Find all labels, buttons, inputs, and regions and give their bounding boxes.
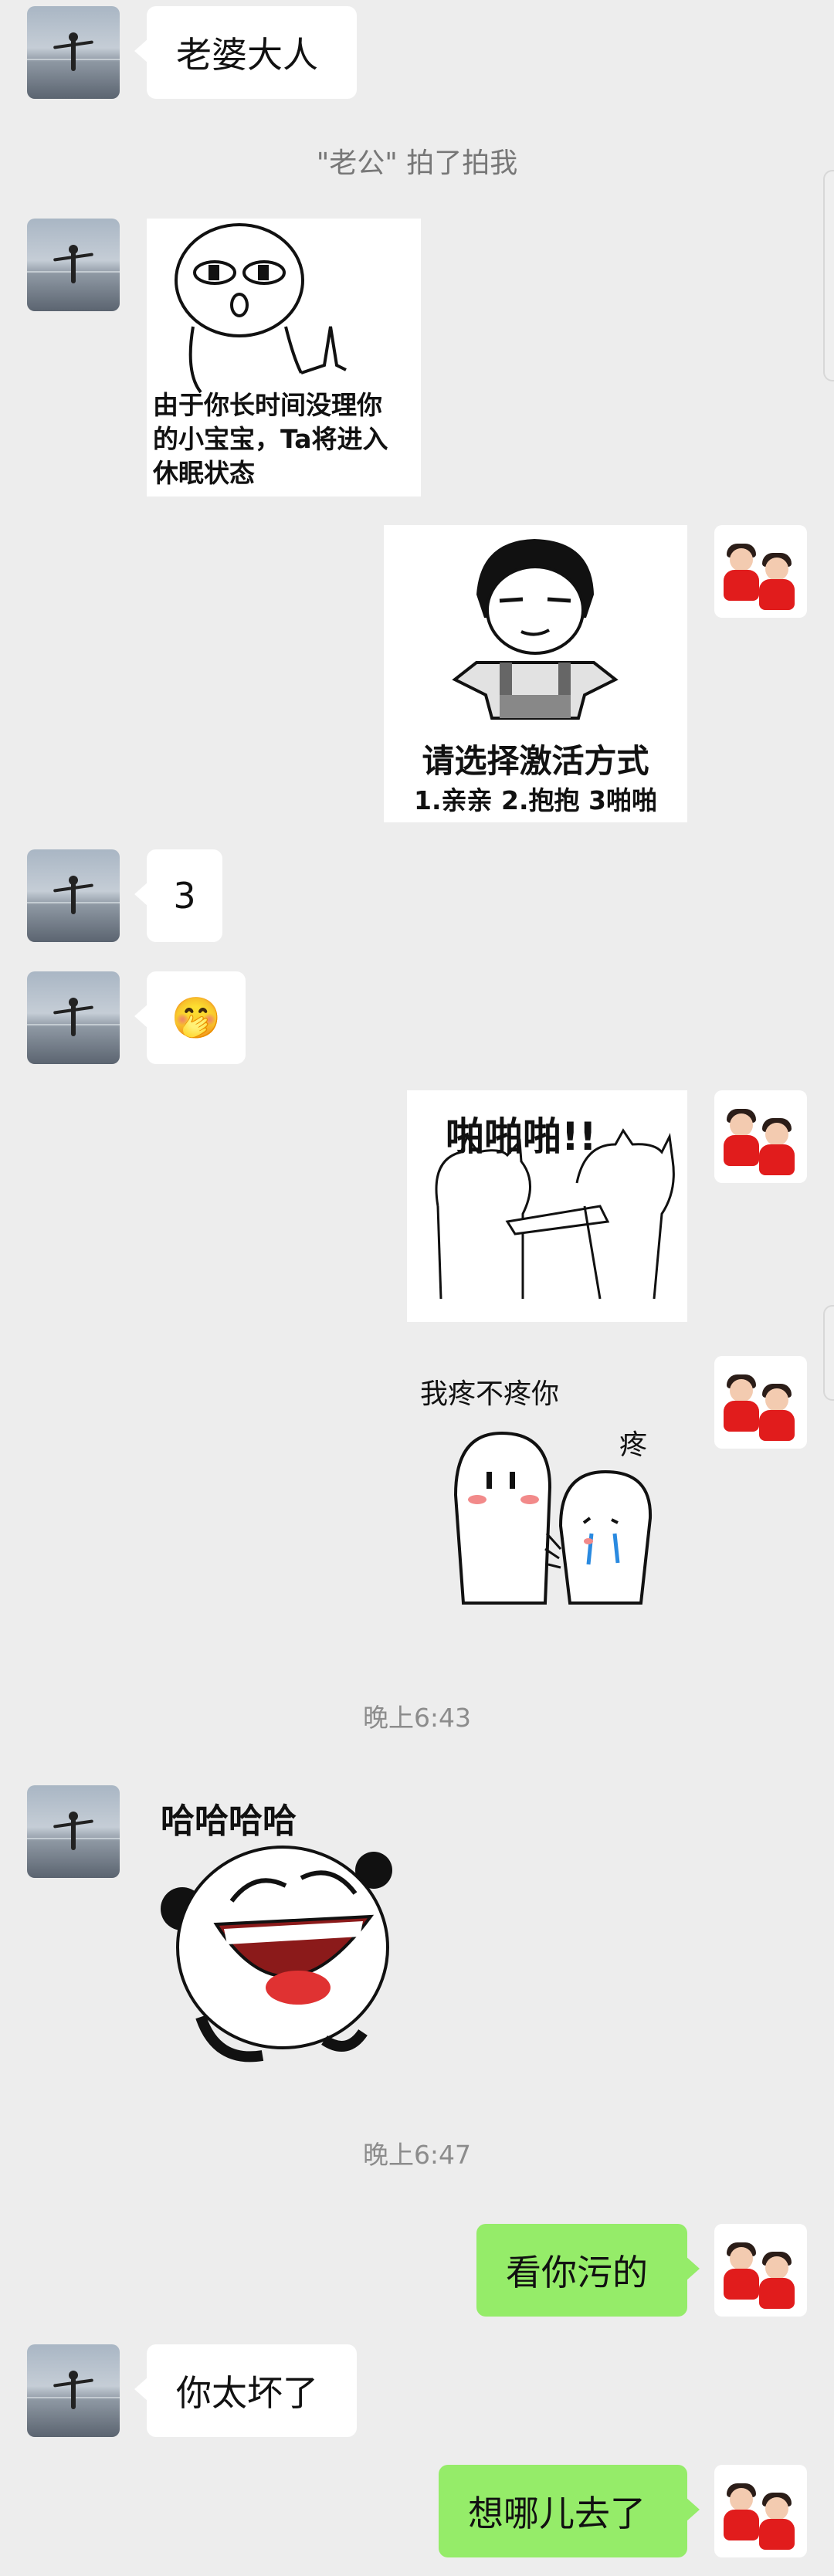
buddies-icon bbox=[453, 1431, 653, 1605]
emoji-text: 🤭 bbox=[171, 995, 222, 1042]
sticker-sleep[interactable]: 由于你长时间没理你 的小宝宝，Ta将进入 休眠状态 bbox=[147, 219, 421, 497]
message-bubble[interactable]: 你太坏了 bbox=[134, 2344, 357, 2437]
message-bubble[interactable]: 🤭 bbox=[134, 971, 246, 1064]
message-text: 你太坏了 bbox=[176, 2372, 318, 2414]
scroll-edge-mid[interactable] bbox=[823, 1305, 834, 1401]
avatar-self[interactable] bbox=[714, 2224, 807, 2317]
sticker-options: 1.亲亲 2.抱抱 3啪啪 bbox=[414, 785, 657, 815]
message-text: 老婆大人 bbox=[176, 34, 318, 76]
message-text: 想哪儿去了 bbox=[468, 2493, 646, 2534]
message-bubble[interactable]: 老婆大人 bbox=[134, 6, 357, 99]
avatar-other[interactable] bbox=[27, 2344, 120, 2437]
message-bubble[interactable]: 看你污的 bbox=[476, 2224, 700, 2317]
sticker-caption-line: 由于你长时间没理你 bbox=[153, 390, 382, 420]
avatar-self[interactable] bbox=[714, 1090, 807, 1183]
avatar-self[interactable] bbox=[714, 525, 807, 618]
scroll-edge-top[interactable] bbox=[823, 170, 834, 381]
avatar-other[interactable] bbox=[27, 971, 120, 1064]
avatar-self[interactable] bbox=[714, 1356, 807, 1449]
sticker-caption-line: 休眠状态 bbox=[153, 458, 255, 488]
sticker-activation[interactable]: 请选择激活方式 1.亲亲 2.抱抱 3啪啪 bbox=[384, 525, 687, 822]
avatar-other[interactable] bbox=[27, 849, 120, 942]
sticker-hurt[interactable]: 我疼不疼你 疼 bbox=[409, 1356, 687, 1611]
avatar-self[interactable] bbox=[714, 2465, 807, 2557]
nudge-notice: "老公" 拍了拍我 bbox=[316, 147, 518, 179]
message-text: 3 bbox=[173, 875, 196, 917]
sticker-face-icon bbox=[175, 223, 347, 394]
timestamp: 晚上6:43 bbox=[362, 1703, 472, 1733]
message-bubble[interactable]: 3 bbox=[134, 849, 222, 942]
sticker-title: 请选择激活方式 bbox=[422, 742, 649, 780]
panda-icon bbox=[161, 1846, 392, 2062]
cats-icon bbox=[435, 1128, 675, 1300]
avatar-other[interactable] bbox=[27, 6, 120, 99]
avatar-other[interactable] bbox=[27, 219, 120, 311]
sticker-boy-icon bbox=[452, 539, 619, 720]
sticker-caption-line: 的小宝宝，Ta将进入 bbox=[153, 424, 388, 454]
sticker-cats-slap[interactable]: 啪啪啪!! bbox=[407, 1090, 687, 1322]
sticker-panda-laugh[interactable]: 哈哈哈哈 bbox=[147, 1785, 402, 2071]
avatar-other[interactable] bbox=[27, 1785, 120, 1878]
message-bubble[interactable]: 想哪儿去了 bbox=[439, 2465, 700, 2557]
timestamp: 晚上6:47 bbox=[362, 2140, 472, 2170]
message-text: 看你污的 bbox=[506, 2252, 648, 2293]
